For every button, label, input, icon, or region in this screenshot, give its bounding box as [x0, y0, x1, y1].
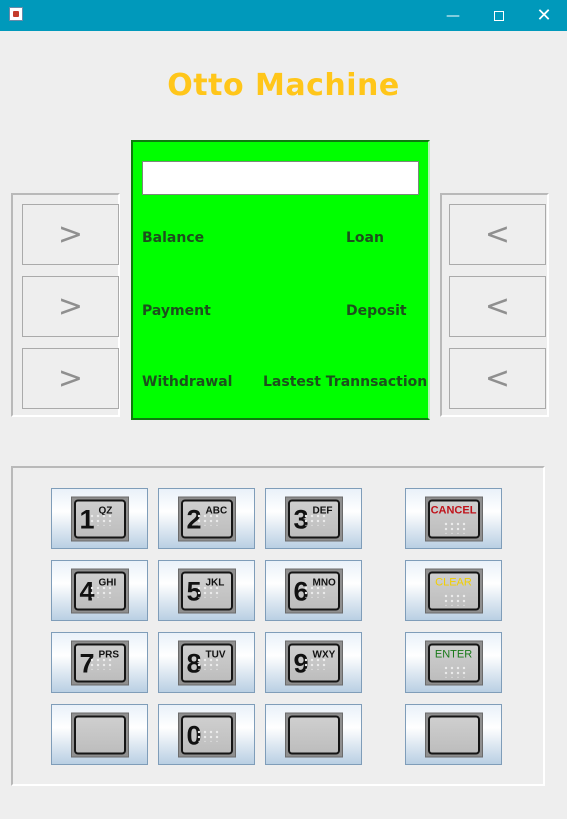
- key-7[interactable]: 7 PRS: [51, 632, 148, 693]
- left-select-button-2[interactable]: >: [22, 276, 119, 337]
- braille-dots-icon: [302, 657, 327, 669]
- key-2[interactable]: 2 ABC: [158, 488, 255, 549]
- minimize-button[interactable]: —: [430, 0, 476, 31]
- window-titlebar: — ✕: [0, 0, 567, 31]
- app-title: Otto Machine: [167, 68, 400, 103]
- blank-function-key[interactable]: [405, 704, 502, 765]
- menu-withdrawal: Withdrawal: [142, 374, 233, 390]
- braille-dots-icon: [195, 657, 220, 669]
- right-select-button-1[interactable]: <: [449, 204, 546, 265]
- braille-dots-icon: [195, 729, 220, 741]
- enter-button[interactable]: ENTER: [405, 632, 502, 693]
- left-select-button-1[interactable]: >: [22, 204, 119, 265]
- atm-screen: Balance Loan Payment Deposit Withdrawal …: [131, 140, 430, 420]
- braille-dots-icon: [302, 585, 327, 597]
- key-6[interactable]: 6 MNO: [265, 560, 362, 621]
- key-3[interactable]: 3 DEF: [265, 488, 362, 549]
- right-side-panel: < < <: [440, 193, 549, 417]
- screen-input-field[interactable]: [142, 161, 419, 195]
- braille-dots-icon: [442, 665, 467, 677]
- braille-dots-icon: [88, 585, 113, 597]
- right-select-button-2[interactable]: <: [449, 276, 546, 337]
- braille-dots-icon: [442, 521, 467, 533]
- braille-dots-icon: [195, 585, 220, 597]
- key-0[interactable]: 0: [158, 704, 255, 765]
- right-select-button-3[interactable]: <: [449, 348, 546, 409]
- clear-button[interactable]: CLEAR: [405, 560, 502, 621]
- key-5[interactable]: 5 JKL: [158, 560, 255, 621]
- menu-loan: Loan: [346, 230, 384, 246]
- key-9[interactable]: 9 WXY: [265, 632, 362, 693]
- blank-key-right[interactable]: [265, 704, 362, 765]
- key-8[interactable]: 8 TUV: [158, 632, 255, 693]
- left-side-panel: > > >: [11, 193, 120, 417]
- maximize-icon: [494, 10, 504, 21]
- cancel-button[interactable]: CANCEL: [405, 488, 502, 549]
- key-4[interactable]: 4 GHI: [51, 560, 148, 621]
- braille-dots-icon: [195, 513, 220, 525]
- menu-payment: Payment: [142, 303, 211, 319]
- braille-dots-icon: [442, 593, 467, 605]
- left-select-button-3[interactable]: >: [22, 348, 119, 409]
- java-app-icon: [9, 7, 23, 21]
- braille-dots-icon: [88, 657, 113, 669]
- menu-deposit: Deposit: [346, 303, 407, 319]
- keypad-panel: 1 QZ 2 ABC 3 DEF CANCEL 4 GHI 5 JKL 6 MNO CLEA…: [11, 466, 545, 786]
- braille-dots-icon: [302, 513, 327, 525]
- maximize-button[interactable]: [476, 0, 522, 31]
- close-button[interactable]: ✕: [521, 0, 567, 31]
- key-1[interactable]: 1 QZ: [51, 488, 148, 549]
- braille-dots-icon: [88, 513, 113, 525]
- menu-latest-transaction: Lastest Trannsaction: [263, 374, 428, 390]
- blank-key-left[interactable]: [51, 704, 148, 765]
- menu-balance: Balance: [142, 230, 205, 246]
